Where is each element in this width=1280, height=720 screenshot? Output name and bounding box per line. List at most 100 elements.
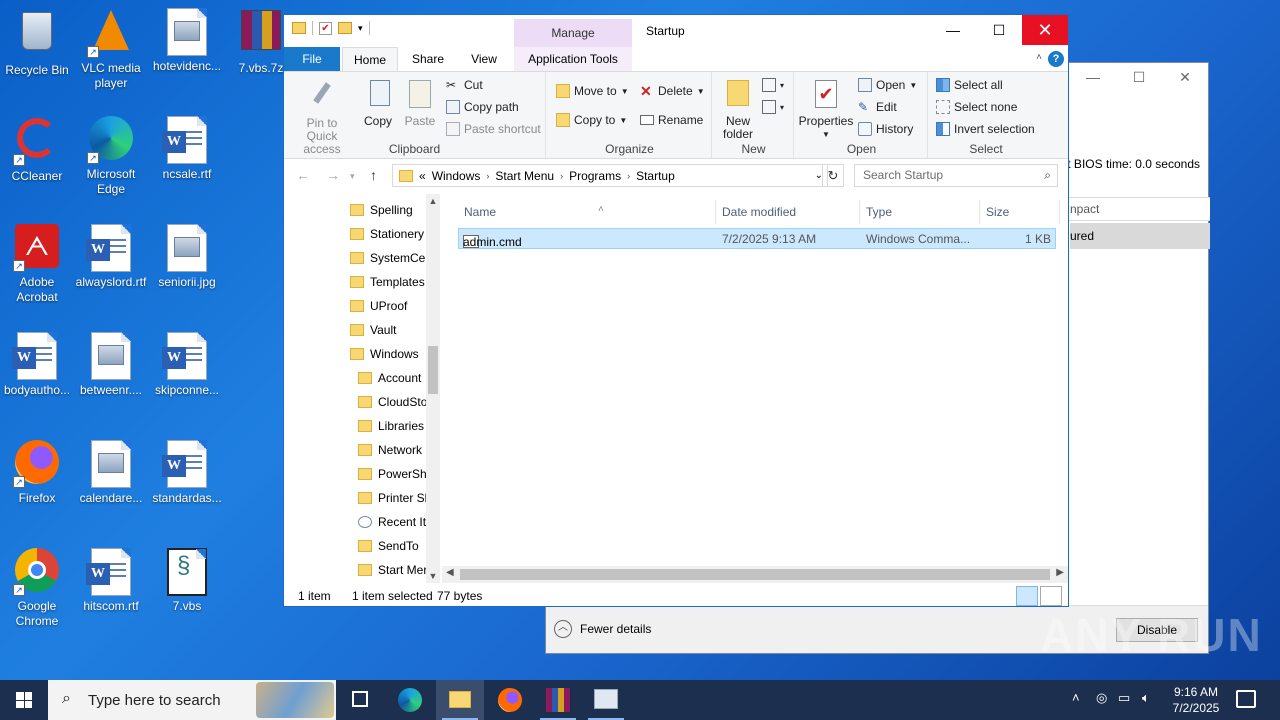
nav-item[interactable]: Vault — [350, 318, 396, 342]
tab-share[interactable]: Share — [404, 47, 452, 71]
details-view-icon[interactable] — [1016, 586, 1038, 606]
desktop-icon-vlc[interactable]: ↗ VLC media player — [74, 8, 148, 91]
history-button[interactable]: History — [858, 122, 913, 136]
desktop-icon-ccleaner[interactable]: ↗ CCleaner — [0, 116, 74, 184]
nav-item[interactable]: Recent It — [358, 510, 426, 534]
table-row[interactable]: admin.cmd 7/2/2025 9:13 AM Windows Comma… — [458, 228, 1056, 249]
chevron-right-icon[interactable]: › — [627, 171, 630, 181]
explorer-titlebar[interactable]: ✔ ▾ Manage Startup — ☐ ✕ — [284, 15, 1068, 47]
nav-item[interactable]: Stationery — [350, 222, 424, 246]
taskbar-firefox[interactable] — [486, 680, 534, 720]
desktop-icon-recycle-bin[interactable]: Recycle Bin — [0, 8, 74, 78]
nav-item[interactable]: SystemCer — [350, 246, 429, 270]
navigation-scrollbar[interactable]: ▲ ▼ — [426, 194, 440, 583]
desktop-icon-seniorii[interactable]: seniorii.jpg — [150, 224, 224, 290]
show-hidden-icons-icon[interactable]: ˄ — [1072, 690, 1080, 720]
column-header-size[interactable]: Size — [980, 200, 1060, 224]
file-list[interactable]: Name ˄ Date modified Type Size admin.cmd… — [442, 194, 1068, 583]
invert-selection-button[interactable]: Invert selection — [936, 122, 1035, 136]
maximize-icon[interactable]: ☐ — [976, 15, 1022, 45]
task-view-button[interactable] — [336, 680, 384, 720]
open-button[interactable]: Open ▼ — [858, 78, 917, 92]
desktop-icon-hotevidence[interactable]: hotevidenc... — [150, 8, 224, 74]
nav-item[interactable]: UProof — [350, 294, 407, 318]
up-arrow-icon[interactable]: ↑ — [370, 167, 377, 183]
delete-button[interactable]: ✕ Delete ▼ — [640, 84, 705, 98]
chevron-right-icon[interactable]: › — [560, 171, 563, 181]
desktop-icon-edge[interactable]: ↗ Microsoft Edge — [74, 116, 148, 197]
minimize-icon[interactable]: — — [1070, 63, 1116, 93]
notification-icon[interactable] — [1236, 690, 1256, 708]
forward-arrow-icon[interactable]: → — [326, 167, 340, 183]
large-icons-view-icon[interactable] — [1040, 586, 1062, 606]
refresh-button[interactable]: ↻ — [822, 164, 844, 187]
nav-item[interactable]: SendTo — [358, 534, 419, 558]
fewer-details-button[interactable]: ︿ Fewer details — [554, 620, 651, 638]
column-header-name[interactable]: Name ˄ — [458, 200, 716, 224]
meet-now-icon[interactable]: ◎ — [1096, 690, 1107, 720]
desktop-icon-bodyautho[interactable]: W bodyautho... — [0, 332, 74, 398]
scroll-left-icon[interactable]: ◀ — [446, 567, 454, 578]
desktop-icon-chrome[interactable]: ↗ Google Chrome — [0, 548, 74, 629]
properties-qat-icon[interactable]: ✔ — [319, 21, 332, 35]
desktop-icon-alwayslord[interactable]: W alwayslord.rtf — [74, 224, 148, 290]
cut-button[interactable]: ✂ Cut — [446, 78, 483, 92]
desktop-icon-hitscom[interactable]: W hitscom.rtf — [74, 548, 148, 614]
desktop-icon-7vbs[interactable]: § 7.vbs — [150, 548, 224, 614]
address-bar[interactable]: « Windows › Start Menu › Programs › Star… — [392, 164, 828, 187]
search-input[interactable]: Search Startup ⌕ — [854, 164, 1058, 187]
scroll-up-icon[interactable]: ▲ — [426, 196, 440, 206]
paste-shortcut-button[interactable]: Paste shortcut — [446, 122, 541, 136]
taskbar-system-config[interactable] — [582, 680, 630, 720]
maximize-icon[interactable]: ☐ — [1116, 63, 1162, 93]
nav-item[interactable]: Windows — [350, 342, 419, 366]
breadcrumb-overflow[interactable]: « — [419, 169, 426, 183]
desktop-icon-betweenr[interactable]: betweenr.... — [74, 332, 148, 398]
volume-icon[interactable]: 🔈︎ — [1142, 690, 1150, 720]
network-icon[interactable]: ▭ — [1118, 690, 1130, 720]
nav-item[interactable]: Network — [358, 438, 422, 462]
desktop-icon-firefox[interactable]: ↗ Firefox — [0, 440, 74, 506]
navigation-pane[interactable]: Spelling Stationery SystemCer Templates UPro… — [284, 194, 440, 583]
nav-item[interactable]: Account — [358, 366, 421, 390]
taskbar-winrar[interactable] — [534, 680, 582, 720]
properties-button[interactable]: ✔ Properties ▼ — [798, 78, 854, 141]
tab-application-tools[interactable]: Application Tools — [514, 47, 632, 71]
copy-path-button[interactable]: Copy path — [446, 100, 519, 114]
easy-access-button[interactable]: ▾ — [762, 100, 784, 114]
select-none-button[interactable]: Select none — [936, 100, 1017, 114]
taskbar-search-box[interactable]: ⌕ Type here to search — [48, 680, 336, 720]
rename-button[interactable]: Rename — [640, 113, 703, 127]
nav-item[interactable]: PowerSh — [358, 462, 427, 486]
desktop-icon-ncsale[interactable]: W ncsale.rtf — [150, 116, 224, 182]
tab-view[interactable]: View — [456, 47, 512, 71]
customize-qat-icon[interactable]: ▾ — [358, 23, 363, 34]
move-to-button[interactable]: Move to ▼ — [556, 84, 629, 98]
scrollbar-thumb[interactable] — [460, 569, 1050, 580]
taskbar-edge[interactable] — [386, 680, 434, 720]
nav-item[interactable]: Start Mer — [358, 558, 427, 582]
taskbar-file-explorer[interactable] — [436, 680, 484, 720]
close-icon[interactable]: ✕ — [1162, 63, 1208, 93]
nav-item[interactable]: Libraries — [358, 414, 424, 438]
nav-item[interactable]: CloudSto — [358, 390, 427, 414]
back-arrow-icon[interactable]: ← — [296, 167, 310, 183]
desktop-icon-calendare[interactable]: calendare... — [74, 440, 148, 506]
breadcrumb-programs[interactable]: Programs — [569, 169, 621, 183]
nav-item[interactable]: Templates — [350, 270, 425, 294]
desktop-icon-acrobat[interactable]: ᗅ ↗ Adobe Acrobat — [0, 224, 74, 305]
nav-item[interactable]: Printer Sl — [358, 486, 427, 510]
copy-button[interactable]: Copy — [358, 78, 398, 128]
start-button[interactable] — [0, 680, 48, 720]
scroll-right-icon[interactable]: ▶ — [1056, 567, 1064, 578]
help-icon[interactable]: ? — [1048, 51, 1064, 67]
new-item-button[interactable]: ▾ — [762, 78, 784, 92]
breadcrumb-start-menu[interactable]: Start Menu — [495, 169, 554, 183]
scrollbar-thumb[interactable] — [428, 346, 438, 394]
tab-manage[interactable]: Manage — [514, 19, 632, 47]
impact-column-header[interactable]: npact — [1066, 197, 1210, 221]
close-icon[interactable]: ✕ — [1022, 15, 1068, 45]
edit-button[interactable]: ✎ Edit — [858, 100, 897, 114]
impact-cell[interactable]: ured — [1070, 223, 1210, 249]
tab-home[interactable]: Home — [342, 47, 398, 72]
